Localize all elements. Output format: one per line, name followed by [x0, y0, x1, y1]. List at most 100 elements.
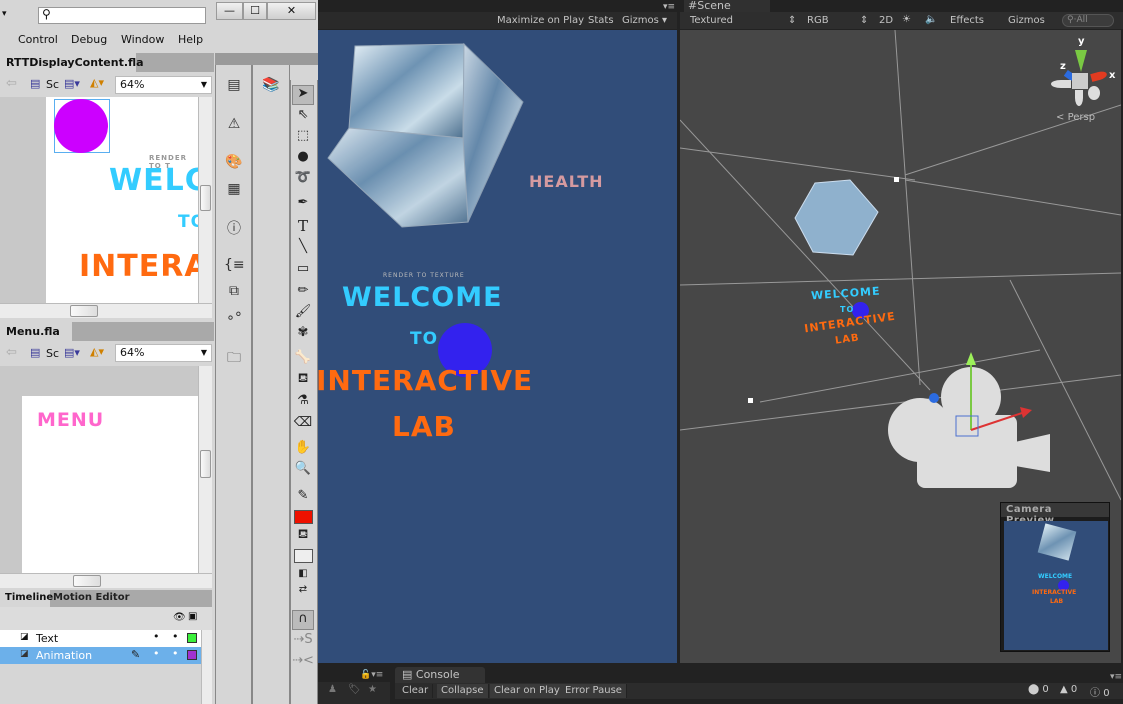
back-arrow-icon[interactable]: ⇦ — [6, 345, 17, 360]
edit-scene-icon[interactable]: ▤▾ — [64, 346, 80, 359]
compiler-errors-icon[interactable]: ⚠ — [224, 116, 244, 134]
visibility-dot[interactable]: • — [153, 630, 160, 643]
neg-y-cone[interactable] — [1075, 90, 1083, 106]
doc2-vertical-scrollbar[interactable] — [198, 366, 212, 573]
lasso-tool-icon[interactable]: ➰ — [292, 170, 314, 190]
smooth-icon[interactable]: ⇢S — [292, 632, 314, 652]
scroll-thumb[interactable] — [70, 305, 98, 317]
components-icon[interactable]: ⧉ — [224, 283, 244, 301]
eraser-tool-icon[interactable]: ⌫ — [292, 415, 314, 435]
tab-menu[interactable]: Menu.fla × — [0, 322, 72, 351]
stroke-color-swatch[interactable] — [294, 510, 313, 524]
menu-help[interactable]: Help — [178, 33, 203, 46]
timeline-scrollbar[interactable] — [201, 630, 212, 704]
rectangle-tool-icon[interactable]: ▭ — [292, 261, 314, 281]
info-count-toggle[interactable]: ⓘ 0 — [1090, 684, 1110, 699]
persp-label[interactable]: < Persp — [1056, 112, 1095, 123]
subselection-tool-icon[interactable]: ⇖ — [292, 107, 314, 127]
edit-symbols-icon[interactable]: ◭▾ — [90, 345, 104, 358]
panel-menu-icon[interactable]: ▾≡ — [663, 2, 675, 12]
y-cone[interactable] — [1075, 50, 1087, 72]
free-transform-tool-icon[interactable]: ⬚ — [292, 128, 314, 148]
tab-console[interactable]: ▤ Console — [395, 667, 485, 683]
lock-icon[interactable]: ▣ — [188, 611, 197, 622]
orientation-gizmo[interactable]: y z x < Persp — [1045, 36, 1115, 126]
frustum-handle[interactable] — [748, 398, 753, 403]
text-tool-icon[interactable]: T — [292, 217, 314, 237]
actions-icon[interactable]: {≡ — [224, 257, 245, 275]
info-icon[interactable]: ⓘ — [224, 218, 244, 237]
outline-color-swatch[interactable] — [187, 650, 197, 660]
close-button[interactable]: ✕ — [267, 2, 316, 20]
audio-icon[interactable]: 🔈 — [925, 14, 937, 25]
warning-count-toggle[interactable]: ▲ 0 — [1060, 684, 1077, 695]
line-tool-icon[interactable]: ╲ — [292, 239, 314, 259]
lock-icon[interactable]: 🔓▾≡ — [360, 670, 383, 680]
eye-icon[interactable]: 👁 — [173, 612, 186, 623]
gizmos-button[interactable]: Gizmos — [622, 15, 659, 26]
lighting-sun-icon[interactable]: ☀ — [902, 14, 911, 25]
eyedropper-tool-icon[interactable]: ⚗ — [292, 393, 314, 413]
panel-menu-icon[interactable]: ▾≡ — [1110, 672, 1122, 682]
gizmos-dropdown[interactable]: Gizmos — [1008, 15, 1045, 26]
fill-color-icon[interactable]: ⛾ — [292, 527, 314, 547]
panel-collapse-bar[interactable] — [215, 53, 318, 65]
game-view[interactable]: HEALTH RENDER TO TEXTURE WELCOME TO INTE… — [318, 30, 677, 663]
layer-row-text[interactable]: ◪ Text • • — [0, 630, 201, 647]
selection-tool-icon[interactable]: ➤ — [292, 85, 314, 105]
swap-colors-icon[interactable]: ⇄ — [292, 584, 314, 604]
edit-symbols-icon[interactable]: ◭▾ — [90, 76, 104, 89]
3d-rotation-tool-icon[interactable]: ● — [292, 149, 314, 169]
tab-scene[interactable]: #Scene — [684, 0, 770, 12]
snap-magnet-icon[interactable]: ∩ — [292, 610, 314, 630]
frustum-handle[interactable] — [894, 177, 899, 182]
back-arrow-icon[interactable]: ⇦ — [6, 76, 17, 91]
project-panel-icon[interactable]: 🗀 — [224, 347, 244, 366]
scroll-thumb[interactable] — [73, 575, 101, 587]
error-pause-button[interactable]: Error Pause — [561, 684, 627, 698]
straighten-icon[interactable]: ⇢< — [292, 653, 314, 673]
tag-icon[interactable]: 🏷 — [348, 684, 361, 695]
tab-rttdisplaycontent[interactable]: RTTDisplayContent.fla × — [0, 53, 144, 82]
scene-search-input[interactable]: ⚲·All — [1062, 14, 1114, 27]
visibility-dot[interactable]: • — [153, 647, 160, 660]
maximize-button[interactable]: ☐ — [243, 2, 267, 20]
help-search-input[interactable]: ⚲ — [38, 7, 206, 24]
deco-tool-icon[interactable]: ✾ — [292, 325, 314, 345]
zoom-tool-icon[interactable]: 🔍 — [292, 461, 314, 481]
render-mode-dropdown[interactable]: RGB — [807, 15, 829, 26]
neg-z-cone[interactable] — [1088, 86, 1100, 100]
scroll-thumb[interactable] — [200, 185, 211, 211]
x-cone[interactable] — [1090, 70, 1108, 82]
hand-tool-icon[interactable]: ✋ — [292, 440, 314, 460]
error-count-toggle[interactable]: ⬤ 0 — [1028, 684, 1049, 695]
camera-gizmo[interactable] — [888, 367, 1050, 488]
clear-button[interactable]: Clear — [398, 684, 434, 698]
paint-bucket-tool-icon[interactable]: ⛾ — [292, 371, 314, 391]
menu-debug[interactable]: Debug — [71, 33, 107, 46]
maximize-on-play-button[interactable]: Maximize on Play — [497, 15, 584, 26]
outline-color-swatch[interactable] — [187, 633, 197, 643]
stats-button[interactable]: Stats — [588, 15, 614, 26]
ball-symbol[interactable] — [54, 99, 108, 153]
bone-tool-icon[interactable]: 🦴 — [292, 350, 314, 370]
menu-window[interactable]: Window — [121, 33, 164, 46]
menu-control[interactable]: Control — [18, 33, 58, 46]
clear-on-play-button[interactable]: Clear on Play — [490, 684, 565, 698]
library-icon[interactable]: 📚 — [261, 77, 281, 95]
scroll-thumb[interactable] — [200, 450, 211, 478]
brush-tool-icon[interactable]: 🖌 — [292, 304, 314, 324]
output-panel-icon[interactable]: ▤ — [224, 77, 244, 95]
effects-dropdown[interactable]: Effects — [950, 15, 984, 26]
doc2-stage[interactable]: MENU — [0, 366, 198, 573]
tab-motion-editor[interactable]: Motion Editor — [53, 592, 130, 603]
gizmo-center-cube[interactable] — [1072, 73, 1088, 89]
pen-tool-icon[interactable]: ✒ — [292, 195, 314, 215]
stroke-color-icon[interactable]: ✎ — [292, 488, 314, 508]
collapse-button[interactable]: Collapse — [437, 684, 489, 698]
lock-dot[interactable]: • — [172, 647, 179, 660]
doc2-horizontal-scrollbar[interactable] — [0, 573, 212, 588]
fill-color-swatch[interactable] — [294, 549, 313, 563]
workspace-dropdown[interactable]: ▾ — [2, 9, 7, 19]
tab-timeline[interactable]: Timeline — [0, 590, 53, 607]
